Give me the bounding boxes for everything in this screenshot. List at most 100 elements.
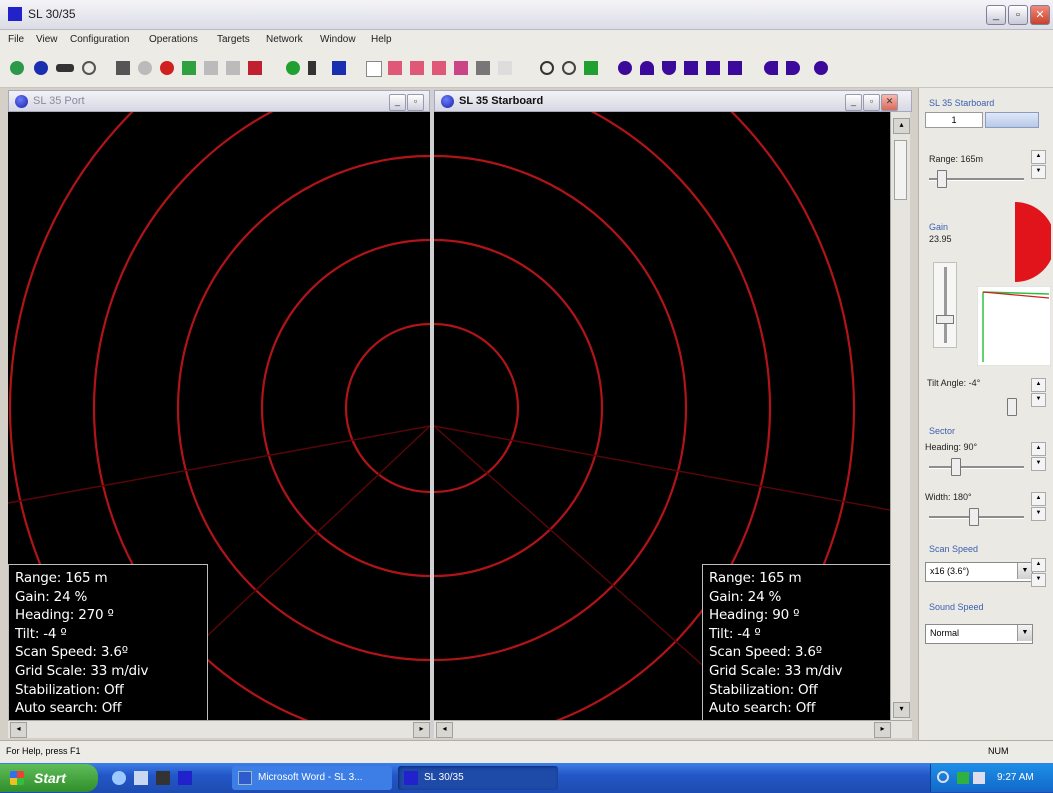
port-auto-search-text: Auto search: Off — [15, 700, 122, 717]
starboard-vertical-scrollbar[interactable]: ▴ ▾ — [890, 112, 910, 720]
scroll-thumb[interactable] — [894, 140, 907, 200]
starboard-scan-speed-text: Scan Speed: 3.6º — [709, 644, 822, 661]
zoom-icon[interactable] — [562, 61, 576, 75]
scroll-right-icon[interactable]: ▸ — [413, 722, 430, 738]
network-icon[interactable] — [957, 772, 969, 784]
measure-icon[interactable] — [476, 61, 490, 75]
width-spinner[interactable]: ▲ ▼ — [1031, 492, 1046, 521]
tilt-spinner[interactable]: ▲ ▼ — [1031, 378, 1046, 407]
tilt-slider-thumb[interactable] — [1007, 398, 1017, 416]
range-up-icon[interactable] — [706, 61, 720, 75]
target-edit-icon[interactable] — [454, 61, 468, 75]
close-button[interactable]: ✕ — [1030, 5, 1050, 25]
starboard-close-button[interactable]: ✕ — [881, 94, 898, 111]
left-half-icon[interactable] — [764, 61, 778, 75]
menu-operations[interactable]: Operations — [149, 34, 198, 45]
refresh-icon[interactable] — [286, 61, 300, 75]
range-slider-thumb[interactable] — [937, 170, 947, 188]
ie-icon[interactable] — [112, 771, 126, 785]
trash-icon[interactable] — [226, 61, 240, 75]
target-delete-icon[interactable] — [432, 61, 446, 75]
lower-half-icon[interactable] — [662, 61, 676, 75]
gain-slider-thumb[interactable] — [936, 315, 954, 324]
upper-half-icon[interactable] — [640, 61, 654, 75]
channel-tab-alt[interactable] — [985, 112, 1039, 128]
pointer-icon[interactable] — [366, 61, 382, 77]
heading-spinner[interactable]: ▲ ▼ — [1031, 442, 1046, 471]
menu-file[interactable]: File — [8, 34, 24, 45]
signal-icon[interactable] — [308, 61, 316, 75]
port-window-title[interactable]: SL 35 Port _ ▫ — [8, 90, 430, 112]
scroll-left-icon[interactable]: ◂ — [436, 722, 453, 738]
range-down-icon[interactable] — [728, 61, 742, 75]
sonar-icon[interactable] — [34, 61, 48, 75]
title-bar[interactable]: SL 30/35 _ ▫ ✕ — [0, 0, 1053, 30]
minimize-button[interactable]: _ — [986, 5, 1006, 25]
starboard-minimize-button[interactable]: _ — [845, 94, 862, 111]
channel-tab[interactable]: 1 — [925, 112, 983, 128]
taskbar-task-sl3035[interactable]: SL 30/35 — [398, 766, 558, 790]
fade-icon[interactable] — [498, 61, 512, 75]
scale-icon[interactable] — [204, 61, 218, 75]
marker-icon[interactable] — [248, 61, 262, 75]
target-add-icon[interactable] — [388, 61, 402, 75]
starboard-window-title[interactable]: SL 35 Starboard _ ▫ ✕ — [434, 90, 912, 112]
help-hint: For Help, press F1 — [6, 746, 81, 756]
scroll-left-icon[interactable]: ◂ — [10, 722, 27, 738]
right-half-icon[interactable] — [786, 61, 800, 75]
app-quick-launch-icon[interactable] — [178, 771, 192, 785]
media-icon[interactable] — [156, 771, 170, 785]
document-icon[interactable] — [332, 61, 346, 75]
menu-window[interactable]: Window — [320, 34, 356, 45]
globe-icon[interactable] — [10, 61, 24, 75]
menu-help[interactable]: Help — [371, 34, 392, 45]
heading-slider-track — [929, 466, 1024, 469]
sound-speed-select[interactable]: Normal ▼ — [925, 624, 1033, 644]
binoculars-icon[interactable] — [56, 64, 74, 72]
starboard-grid-scale-text: Grid Scale: 33 m/div — [709, 662, 843, 679]
circle-icon[interactable] — [618, 61, 632, 75]
scan-speed-select[interactable]: x16 (3.6°) ▼ — [925, 562, 1033, 582]
full-circle-icon[interactable] — [814, 61, 828, 75]
starboard-horizontal-scrollbar[interactable]: ◂ ▸ — [434, 720, 912, 738]
range-spinner[interactable]: ▲ ▼ — [1031, 150, 1046, 179]
heading-slider-thumb[interactable] — [951, 458, 961, 476]
chevron-down-icon[interactable]: ▼ — [1017, 563, 1032, 579]
taskbar-task-word[interactable]: Microsoft Word - SL 3... — [232, 766, 392, 790]
starboard-sonar-display[interactable]: Range: 165 m Gain: 24 % Heading: 90 º Ti… — [434, 112, 890, 720]
port-minimize-button[interactable]: _ — [389, 94, 406, 111]
port-maximize-button[interactable]: ▫ — [407, 94, 424, 111]
control-panel: SL 35 Starboard 1 Range: 165m ▲ ▼ Gain 23… — [918, 88, 1053, 740]
link-icon[interactable] — [82, 61, 96, 75]
tilt-label: Tilt Angle: -4° — [927, 378, 981, 388]
port-sonar-display[interactable]: Range: 165 m Gain: 24 % Heading: 270 º T… — [8, 112, 430, 720]
port-horizontal-scrollbar[interactable]: ◂ ▸ — [8, 720, 430, 738]
corner-icon[interactable] — [684, 61, 698, 75]
scroll-right-icon[interactable]: ▸ — [874, 722, 891, 738]
target-move-icon[interactable] — [410, 61, 424, 75]
width-slider-thumb[interactable] — [969, 508, 979, 526]
scroll-up-icon[interactable]: ▴ — [893, 118, 910, 134]
windows-logo-icon — [10, 771, 24, 785]
gain-slider[interactable] — [933, 262, 957, 348]
volume-icon[interactable] — [973, 772, 985, 784]
chevron-down-icon[interactable]: ▼ — [1017, 625, 1032, 641]
open-icon[interactable] — [116, 61, 130, 75]
scroll-down-icon[interactable]: ▾ — [893, 702, 910, 718]
hand-icon[interactable] — [540, 61, 554, 75]
grid-icon[interactable] — [182, 61, 196, 75]
disk-icon[interactable] — [138, 61, 152, 75]
menu-targets[interactable]: Targets — [217, 34, 250, 45]
menu-configuration[interactable]: Configuration — [70, 34, 129, 45]
start-button[interactable]: Start — [0, 764, 98, 792]
menu-network[interactable]: Network — [266, 34, 303, 45]
desktop-icon[interactable] — [134, 771, 148, 785]
maximize-button[interactable]: ▫ — [1008, 5, 1028, 25]
starboard-gain-text: Gain: 24 % — [709, 588, 782, 605]
scan-speed-spinner[interactable]: ▲ ▼ — [1031, 558, 1046, 587]
audio-icon[interactable] — [584, 61, 598, 75]
menu-view[interactable]: View — [36, 34, 58, 45]
starboard-maximize-button[interactable]: ▫ — [863, 94, 880, 111]
stop-icon[interactable] — [160, 61, 174, 75]
tray-expand-icon[interactable] — [937, 771, 949, 783]
